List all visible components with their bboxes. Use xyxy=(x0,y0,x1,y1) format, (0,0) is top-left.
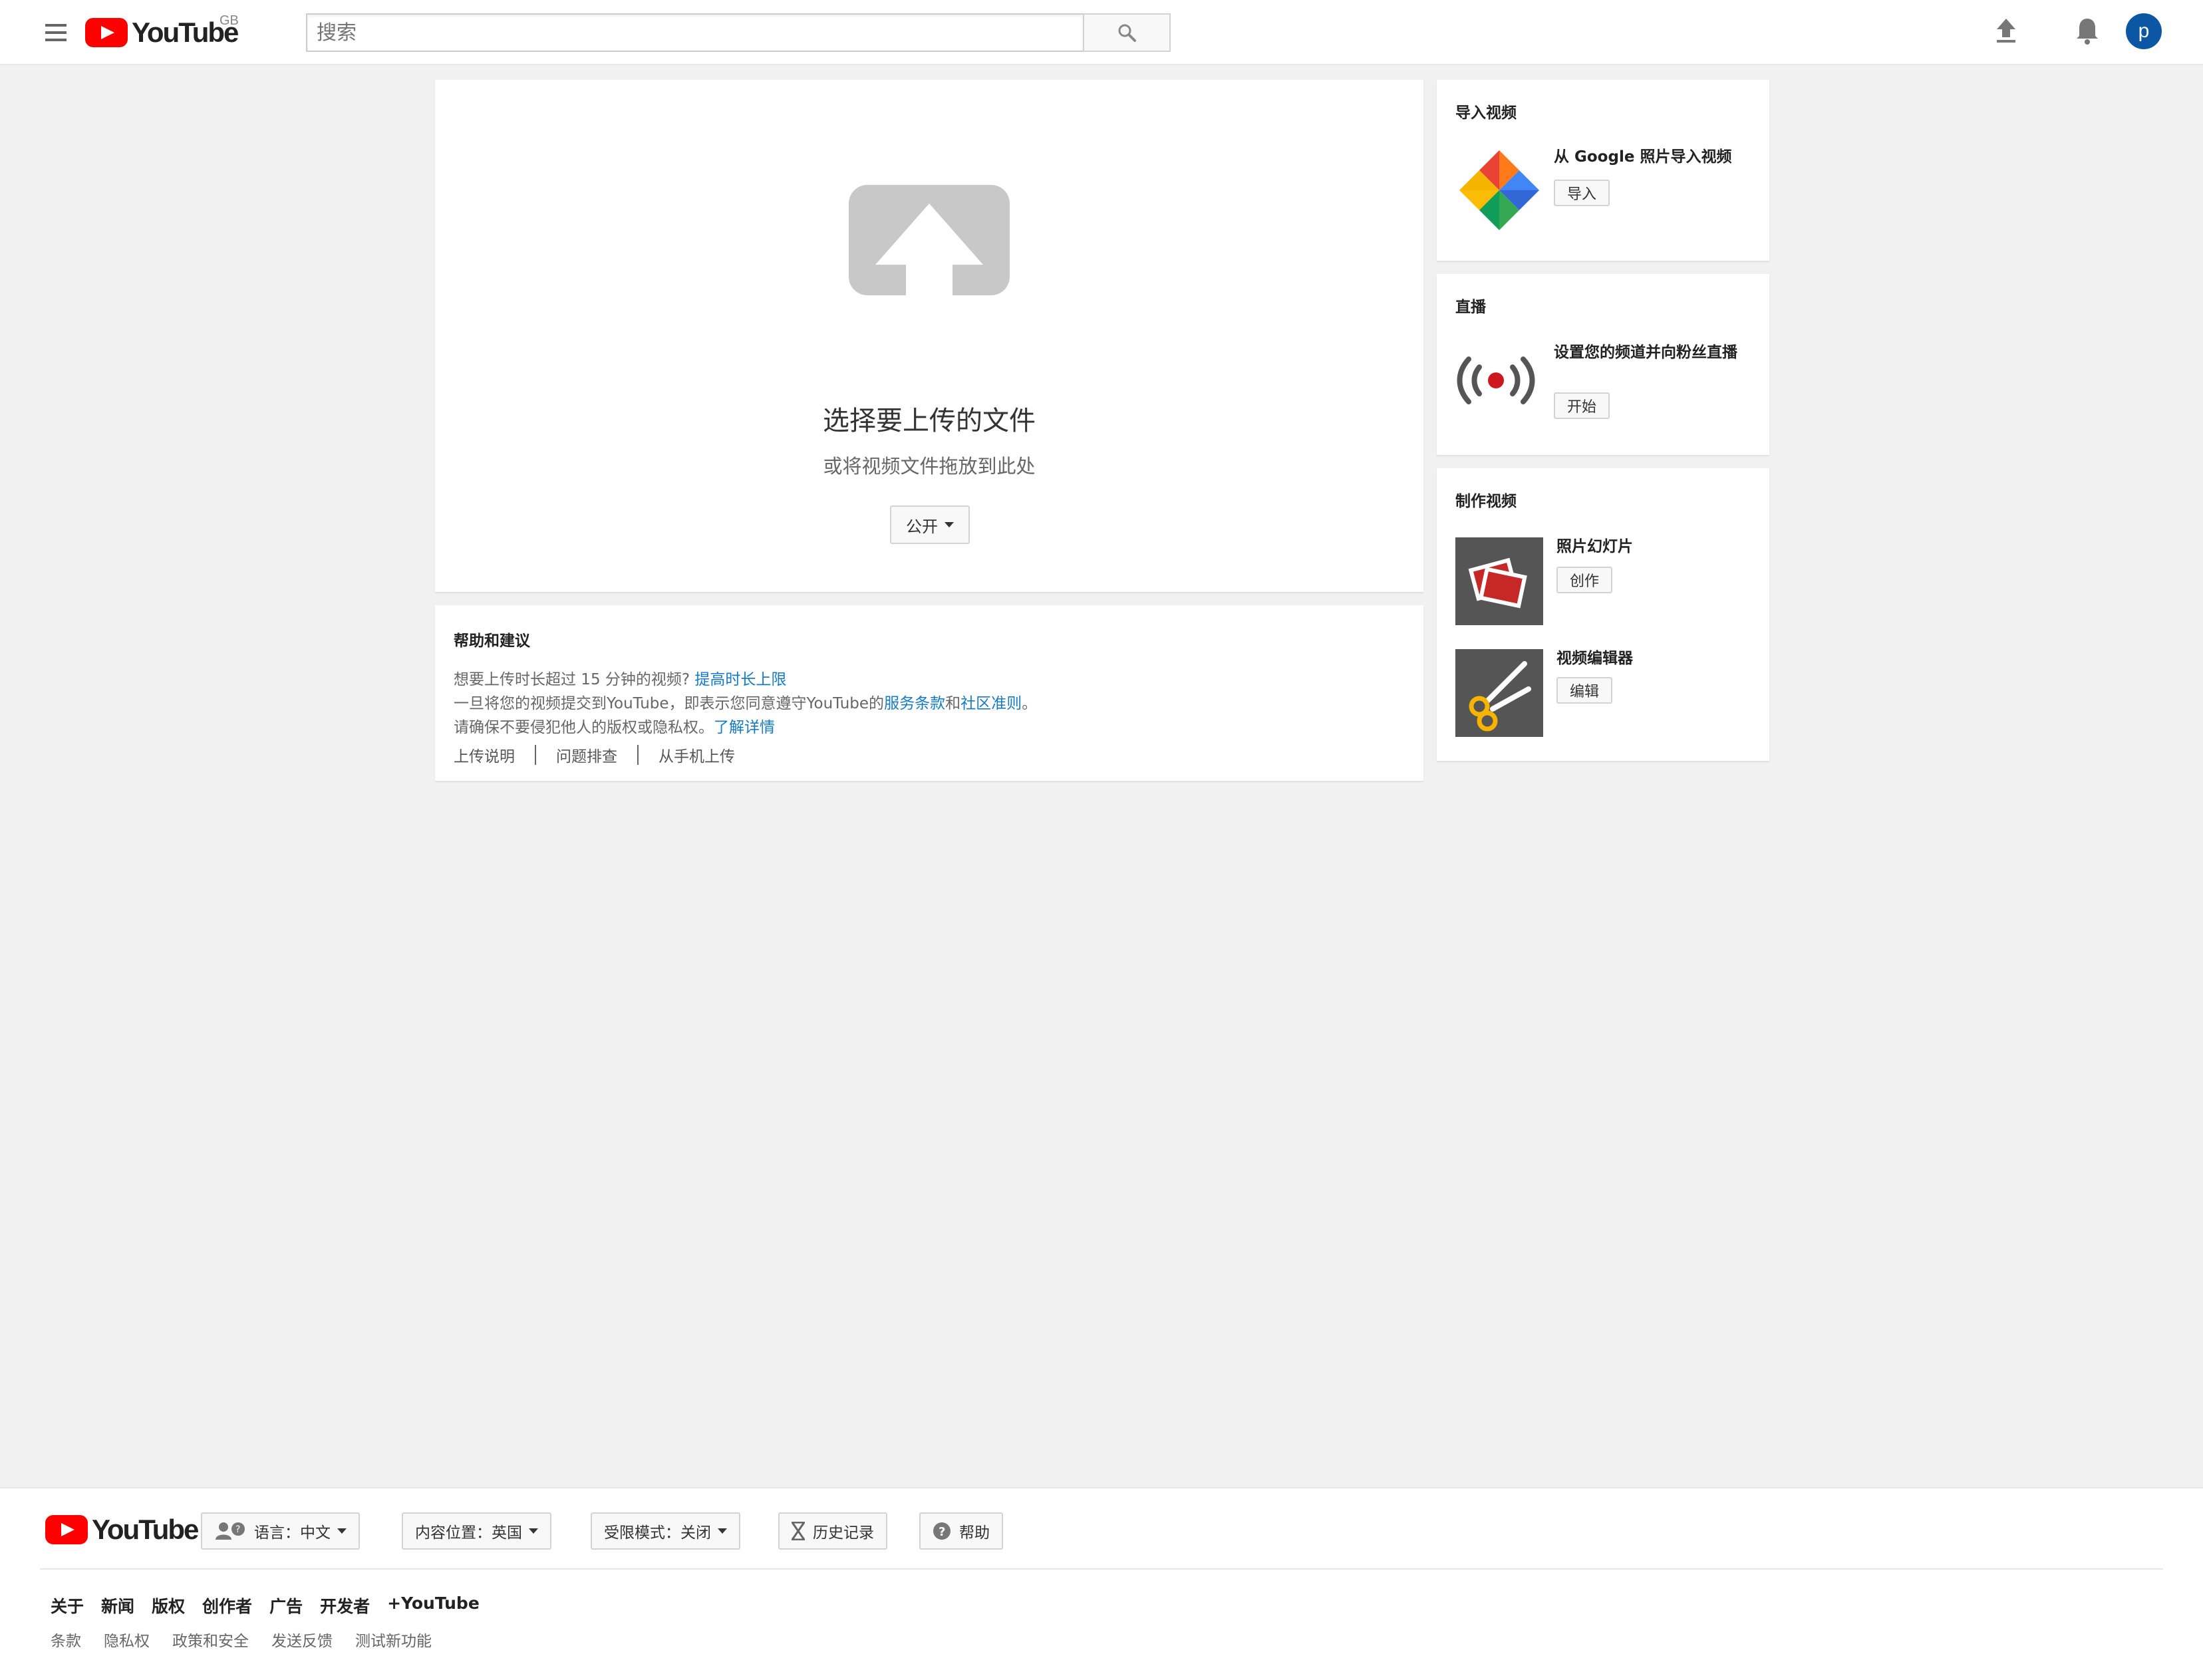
learn-more-link[interactable]: 了解详情 xyxy=(714,719,775,736)
upload-arrow-icon[interactable] xyxy=(849,185,1010,295)
help-terms-text: 一旦将您的视频提交到YouTube，即表示您同意遵守YouTube的 xyxy=(454,695,885,712)
youtube-logo[interactable]: YouTube GB xyxy=(85,13,239,48)
divider xyxy=(535,745,536,765)
help-title: 帮助和建议 xyxy=(454,632,530,650)
live-description: 设置您的频道并向粉丝直播 xyxy=(1554,344,1737,361)
mobile-upload-link[interactable]: 从手机上传 xyxy=(659,744,735,766)
search-icon xyxy=(1118,24,1136,42)
menu-icon[interactable] xyxy=(45,24,67,41)
start-live-button[interactable]: 开始 xyxy=(1554,392,1610,419)
caret-down-icon xyxy=(945,522,954,527)
restricted-mode-button[interactable]: 受限模式：关闭 xyxy=(591,1512,740,1550)
live-stream-card: 直播 设置您的频道并向粉丝直播 开始 xyxy=(1437,274,1769,455)
footer-youtube-logo[interactable]: YouTube xyxy=(45,1514,199,1546)
terms-of-service-link[interactable]: 服务条款 xyxy=(884,695,945,712)
edit-video-button[interactable]: 编辑 xyxy=(1556,677,1613,704)
create-slideshow-button[interactable]: 创作 xyxy=(1556,567,1613,593)
community-guidelines-link[interactable]: 社区准则 xyxy=(960,695,1022,712)
import-button[interactable]: 导入 xyxy=(1554,180,1610,206)
footer-logo-text: YouTube xyxy=(92,1514,199,1545)
footer: YouTube ? 语言：中文 内容位置：英国 受限模式：关闭 历史记录 ? 帮… xyxy=(0,1487,2203,1680)
live-title: 直播 xyxy=(1455,299,1486,316)
footer-primary-links: 关于 新闻 版权 创作者 广告 开发者 +YouTube xyxy=(51,1594,480,1617)
raise-limit-link[interactable]: 提高时长上限 xyxy=(694,671,786,688)
masthead: YouTube GB p xyxy=(0,0,2203,65)
help-and-text: 和 xyxy=(945,695,961,712)
slideshow-label: 照片幻灯片 xyxy=(1556,538,1633,555)
upload-title: 选择要上传的文件 xyxy=(823,406,1036,436)
privacy-dropdown[interactable]: 公开 xyxy=(890,505,970,544)
account-avatar[interactable]: p xyxy=(2126,13,2162,49)
location-button[interactable]: 内容位置：英国 xyxy=(402,1512,551,1550)
svg-text:?: ? xyxy=(235,1524,240,1535)
video-editor-thumbnail[interactable] xyxy=(1455,649,1543,737)
caret-down-icon xyxy=(529,1528,538,1534)
help-links: 上传说明 问题排查 从手机上传 xyxy=(454,744,1405,766)
help-panel: 帮助和建议 想要上传时长超过 15 分钟的视频? 提高时长上限 一旦将您的视频提… xyxy=(435,605,1423,781)
footer-link-advertise[interactable]: 广告 xyxy=(269,1594,303,1617)
footer-link-press[interactable]: 新闻 xyxy=(101,1594,134,1617)
import-video-card: 导入视频 从 Google 照片导入视频 导入 xyxy=(1437,80,1769,261)
notifications-bell-icon[interactable] xyxy=(2074,16,2101,45)
region-label: GB xyxy=(220,13,239,28)
help-label: 帮助 xyxy=(959,1524,990,1542)
help-line-copyright: 请确保不要侵犯他人的版权或隐私权。了解详情 xyxy=(454,716,1405,740)
svg-text:?: ? xyxy=(939,1525,945,1539)
search-input[interactable] xyxy=(306,13,1083,52)
search-bar xyxy=(306,13,1171,52)
footer-link-creators[interactable]: 创作者 xyxy=(202,1594,252,1617)
help-copyright-text: 请确保不要侵犯他人的版权或隐私权。 xyxy=(454,719,714,736)
help-terms-end: 。 xyxy=(1022,695,1038,712)
search-button[interactable] xyxy=(1083,13,1171,52)
privacy-label: 公开 xyxy=(906,517,938,536)
footer-link-copyright[interactable]: 版权 xyxy=(152,1594,185,1617)
troubleshoot-link[interactable]: 问题排查 xyxy=(556,744,617,766)
footer-link-policy-safety[interactable]: 政策和安全 xyxy=(172,1628,249,1651)
footer-divider xyxy=(40,1568,2163,1570)
footer-link-plus-youtube[interactable]: +YouTube xyxy=(387,1594,480,1617)
video-editor-label: 视频编辑器 xyxy=(1556,650,1633,667)
help-icon: ? xyxy=(933,1522,951,1540)
language-label: 语言：中文 xyxy=(254,1524,331,1542)
divider xyxy=(637,745,639,765)
upload-panel[interactable]: 选择要上传的文件 或将视频文件拖放到此处 公开 xyxy=(435,80,1423,592)
slideshow-icon xyxy=(1468,557,1527,609)
footer-secondary-links: 条款 隐私权 政策和安全 发送反馈 测试新功能 xyxy=(51,1628,432,1651)
footer-link-test-features[interactable]: 测试新功能 xyxy=(355,1628,432,1651)
language-button[interactable]: ? 语言：中文 xyxy=(201,1512,360,1550)
google-photos-icon xyxy=(1459,150,1539,230)
import-description: 从 Google 照片导入视频 xyxy=(1554,148,1732,166)
import-title: 导入视频 xyxy=(1455,104,1517,122)
footer-link-feedback[interactable]: 发送反馈 xyxy=(271,1628,333,1651)
help-line-duration: 想要上传时长超过 15 分钟的视频? 提高时长上限 xyxy=(454,668,1405,692)
footer-link-terms[interactable]: 条款 xyxy=(51,1628,81,1651)
caret-down-icon xyxy=(718,1528,727,1534)
create-title: 制作视频 xyxy=(1455,493,1517,510)
hourglass-icon xyxy=(792,1522,805,1540)
location-label: 内容位置：英国 xyxy=(415,1524,522,1542)
history-label: 历史记录 xyxy=(813,1524,874,1542)
upload-icon[interactable] xyxy=(1994,17,2018,44)
create-video-card: 制作视频 照片幻灯片 创作 视频编辑器 编辑 xyxy=(1437,468,1769,761)
restricted-mode-label: 受限模式：关闭 xyxy=(604,1524,711,1542)
upload-subtitle: 或将视频文件拖放到此处 xyxy=(823,455,1036,478)
history-button[interactable]: 历史记录 xyxy=(778,1512,887,1550)
youtube-play-icon xyxy=(45,1515,88,1544)
caret-down-icon xyxy=(337,1528,347,1534)
footer-link-developers[interactable]: 开发者 xyxy=(320,1594,370,1617)
help-line-terms: 一旦将您的视频提交到YouTube，即表示您同意遵守YouTube的服务条款和社… xyxy=(454,692,1405,716)
footer-link-privacy[interactable]: 隐私权 xyxy=(104,1628,150,1651)
photo-slideshow-thumbnail[interactable] xyxy=(1455,537,1543,625)
help-duration-text: 想要上传时长超过 15 分钟的视频? xyxy=(454,671,690,688)
help-button[interactable]: ? 帮助 xyxy=(919,1512,1003,1550)
scissors-icon xyxy=(1469,661,1531,732)
language-icon: ? xyxy=(214,1521,246,1541)
upload-instructions-link[interactable]: 上传说明 xyxy=(454,744,515,766)
youtube-play-icon xyxy=(85,18,128,47)
live-broadcast-icon xyxy=(1457,356,1535,404)
footer-link-about[interactable]: 关于 xyxy=(51,1594,84,1617)
